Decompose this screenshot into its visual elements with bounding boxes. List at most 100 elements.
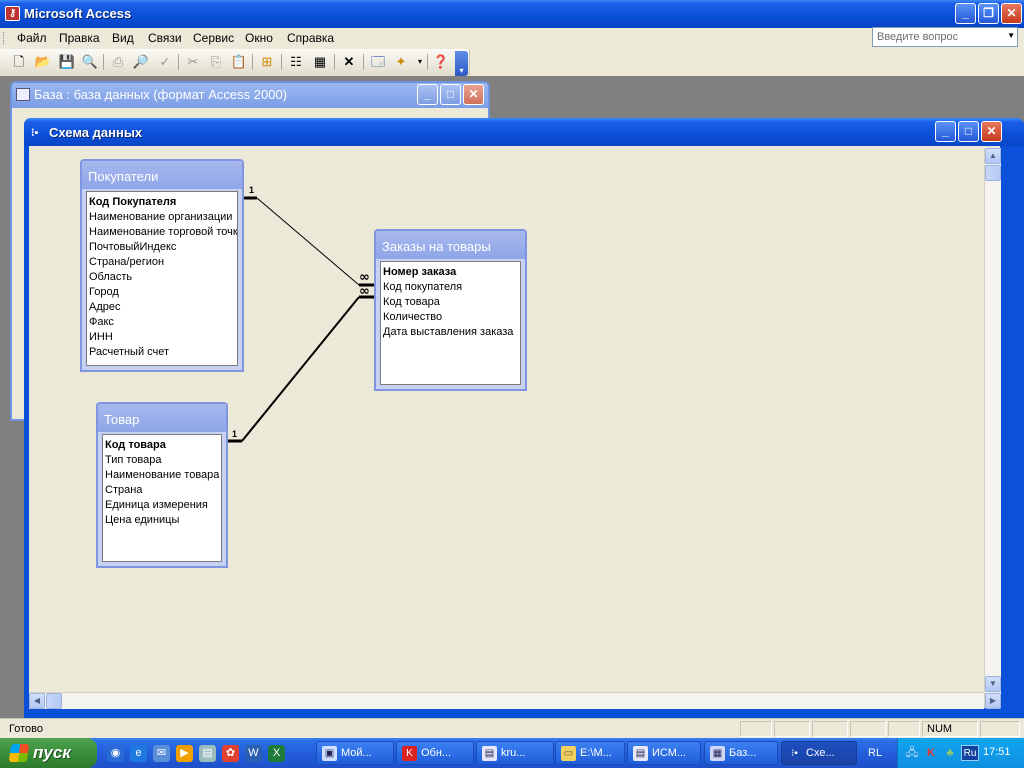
show-desktop-icon[interactable]: ◉	[107, 745, 124, 762]
field-item[interactable]: Код покупателя	[383, 280, 520, 295]
minimize-button[interactable]: _	[935, 121, 956, 142]
minimize-button[interactable]: _	[417, 84, 438, 105]
horizontal-scrollbar[interactable]: ◀ ▶	[29, 692, 1001, 709]
language-indicator[interactable]: RL	[868, 747, 882, 759]
field-item[interactable]: ИНН	[89, 330, 237, 345]
excel-icon[interactable]: X	[268, 745, 285, 762]
close-button[interactable]: ✕	[463, 84, 484, 105]
taskbar-button[interactable]: ▤ kru...	[476, 741, 554, 765]
spelling-icon[interactable]: ✓	[156, 53, 174, 71]
cut-icon[interactable]: ✂	[184, 53, 202, 71]
field-item[interactable]: Страна	[105, 483, 221, 498]
relationships-window-titlebar[interactable]: ⁝▪ Схема данных _ □ ✕	[24, 118, 1024, 146]
relation-line-goods-orders[interactable]	[241, 296, 360, 442]
field-item[interactable]: Код Покупателя	[89, 195, 237, 210]
maximize-button[interactable]: □	[440, 84, 461, 105]
table-orders-fields[interactable]: Номер заказа Код покупателя Код товара К…	[380, 261, 521, 385]
field-item[interactable]: Единица измерения	[105, 498, 221, 513]
help-icon[interactable]: ❓	[432, 53, 450, 71]
vertical-scrollbar[interactable]: ▲ ▼	[984, 148, 1001, 708]
word-icon[interactable]: W	[245, 745, 262, 762]
new-object-icon[interactable]: ✦	[392, 53, 410, 71]
menu-edit[interactable]: Правка	[59, 31, 100, 45]
horizontal-scroll-thumb[interactable]	[46, 693, 62, 709]
minimize-button[interactable]: _	[955, 3, 976, 24]
media-player-icon[interactable]: ▶	[176, 745, 193, 762]
field-item[interactable]: Код товара	[105, 438, 221, 453]
field-item[interactable]: Номер заказа	[383, 265, 520, 280]
relationships-canvas[interactable]: 1 ∞ ∞ 1 Покупатели Код Покупателя Наимен…	[29, 146, 1000, 708]
scroll-down-icon[interactable]: ▼	[985, 676, 1001, 692]
toolbar-options-icon[interactable]: ▾	[455, 51, 468, 76]
table-goods-fields[interactable]: Код товара Тип товара Наименование товар…	[102, 434, 222, 562]
table-customers[interactable]: Покупатели Код Покупателя Наименование о…	[80, 159, 244, 372]
menu-file[interactable]: Файл	[17, 31, 47, 45]
ask-question-input[interactable]: Введите вопрос ▼	[872, 27, 1018, 47]
copy-icon[interactable]: ⎘	[207, 53, 225, 71]
taskbar-button[interactable]: ▣ Мой...	[316, 741, 394, 765]
access-key-icon[interactable]: ⚷	[5, 6, 20, 21]
field-item[interactable]: Наименование организации	[89, 210, 237, 225]
taskbar-button[interactable]: K Обн...	[396, 741, 474, 765]
database-window-titlebar[interactable]: База : база данных (формат Access 2000) …	[12, 83, 488, 108]
print-icon[interactable]: ⎙	[109, 53, 127, 71]
show-direct-icon[interactable]: ☷	[287, 53, 305, 71]
field-item[interactable]: Код товара	[383, 295, 520, 310]
kaspersky-icon[interactable]: K	[923, 745, 939, 761]
database-window-icon[interactable]: 🗔	[369, 53, 387, 71]
field-item[interactable]: Наименование торговой точк	[89, 225, 237, 240]
search-icon[interactable]: 🔍	[81, 53, 99, 71]
field-item[interactable]: Адрес	[89, 300, 237, 315]
table-customers-title[interactable]: Покупатели	[82, 161, 242, 189]
close-button[interactable]: ✕	[1001, 3, 1022, 24]
field-item[interactable]: Область	[89, 270, 237, 285]
keyboard-layout-indicator[interactable]: Ru	[961, 745, 979, 761]
menu-help[interactable]: Справка	[287, 31, 334, 45]
field-item[interactable]: Количество	[383, 310, 520, 325]
tray-app-icon[interactable]: ♣	[942, 745, 958, 761]
field-item[interactable]: ПочтовыйИндекс	[89, 240, 237, 255]
print-preview-icon[interactable]: 🔎	[132, 53, 150, 71]
field-item[interactable]: Тип товара	[105, 453, 221, 468]
taskbar-button[interactable]: ▭ E:\M...	[555, 741, 625, 765]
field-item[interactable]: Страна/регион	[89, 255, 237, 270]
field-item[interactable]: Расчетный счет	[89, 345, 237, 360]
menu-grip[interactable]	[3, 32, 6, 45]
table-customers-fields[interactable]: Код Покупателя Наименование организации …	[86, 191, 238, 366]
menu-view[interactable]: Вид	[112, 31, 134, 45]
show-all-icon[interactable]: ▦	[311, 53, 329, 71]
notepad-icon[interactable]: ▤	[199, 745, 216, 762]
taskbar-button-active[interactable]: ⁝▪ Схе...	[781, 741, 857, 765]
network-icon[interactable]: 🖧	[904, 745, 920, 761]
app-quicklaunch-icon[interactable]: ✿	[222, 745, 239, 762]
scroll-up-icon[interactable]: ▲	[985, 148, 1001, 164]
save-icon[interactable]: 💾	[58, 53, 76, 71]
menu-window[interactable]: Окно	[245, 31, 273, 45]
field-item[interactable]: Наименование товара	[105, 468, 221, 483]
internet-explorer-icon[interactable]: e	[130, 745, 147, 762]
scroll-left-icon[interactable]: ◀	[29, 693, 45, 709]
relation-line-customers-orders[interactable]	[256, 197, 360, 286]
paste-icon[interactable]: 📋	[230, 53, 248, 71]
field-item[interactable]: Факс	[89, 315, 237, 330]
taskbar-button[interactable]: ▦ Баз...	[704, 741, 778, 765]
menu-relationships[interactable]: Связи	[148, 31, 182, 45]
table-goods-title[interactable]: Товар	[98, 404, 226, 432]
menu-tools[interactable]: Сервис	[193, 31, 234, 45]
table-goods[interactable]: Товар Код товара Тип товара Наименование…	[96, 402, 228, 568]
open-icon[interactable]: 📂	[34, 53, 52, 71]
delete-icon[interactable]: ✕	[340, 53, 358, 71]
scroll-right-icon[interactable]: ▶	[985, 693, 1001, 709]
field-item[interactable]: Город	[89, 285, 237, 300]
restore-button[interactable]: ❐	[978, 3, 999, 24]
chevron-down-icon[interactable]: ▼	[1007, 31, 1015, 40]
new-icon[interactable]: 🗋	[10, 53, 28, 71]
field-item[interactable]: Дата выставления заказа	[383, 325, 520, 340]
field-item[interactable]: Цена единицы	[105, 513, 221, 528]
start-button[interactable]: пуск	[0, 738, 97, 768]
outlook-icon[interactable]: ✉	[153, 745, 170, 762]
close-button[interactable]: ✕	[981, 121, 1002, 142]
table-orders-title[interactable]: Заказы на товары	[376, 231, 525, 259]
table-orders[interactable]: Заказы на товары Номер заказа Код покупа…	[374, 229, 527, 391]
show-table-icon[interactable]: ⊞	[258, 53, 276, 71]
